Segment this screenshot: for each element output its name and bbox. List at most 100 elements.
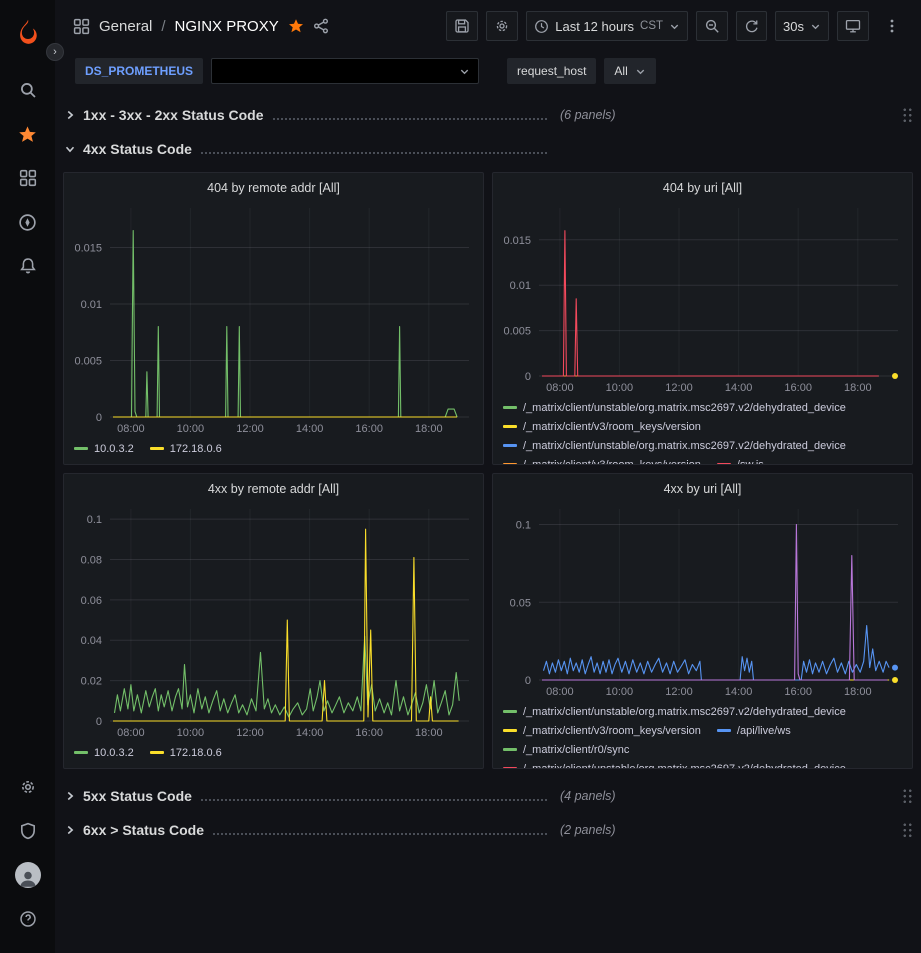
row-dotted-filler [201,152,547,154]
timezone-label: CST [640,20,663,32]
svg-text:14:00: 14:00 [725,686,753,698]
legend-item[interactable]: /_matrix/client/v3/room_keys/version [503,721,701,740]
nav-actions: Last 12 hours CST 30s [446,11,907,41]
svg-text:12:00: 12:00 [665,686,693,698]
legend-item[interactable]: 10.0.3.2 [74,439,134,458]
sidebar-item-starred[interactable] [7,112,49,156]
sidebar-item-profile[interactable] [7,853,49,897]
legend-item[interactable]: /_matrix/client/v3/room_keys/version [503,455,701,464]
legend-item[interactable]: /_matrix/client/unstable/org.matrix.msc2… [503,398,846,417]
avatar [15,862,41,888]
chevron-right-icon [63,108,77,122]
timeseries-chart[interactable]: 00.0050.010.01508:0010:0012:0014:0016:00… [493,198,912,396]
zoom-out-time-button[interactable] [696,11,728,41]
row-drag-handle[interactable] [902,788,913,805]
row-4xx[interactable]: 4xx Status Code [63,134,913,164]
legend-item[interactable]: /_matrix/client/unstable/org.matrix.msc2… [503,759,846,768]
row-dotted-filler [213,833,547,835]
legend-color-swatch [150,447,164,450]
breadcrumb-folder[interactable]: General [99,18,152,35]
datasource-variable-label[interactable]: DS_PROMETHEUS [75,58,203,84]
legend-item[interactable]: /_matrix/client/unstable/org.matrix.msc2… [503,436,846,455]
chart-legend: /_matrix/client/unstable/org.matrix.msc2… [493,396,912,464]
time-range-picker[interactable]: Last 12 hours CST [526,11,688,41]
legend-color-swatch [503,748,517,751]
legend-item[interactable]: 172.18.0.6 [150,439,222,458]
legend-color-swatch [503,425,517,428]
legend-label: /_matrix/client/unstable/org.matrix.msc2… [523,440,846,452]
sidebar-expand-button[interactable]: › [46,43,64,61]
panel-404-by-uri: 404 by uri [All] 00.0050.010.01508:0010:… [492,172,913,465]
legend-item[interactable]: /sw.js [717,455,764,464]
sidebar-item-explore[interactable] [7,200,49,244]
refresh-icon [744,19,759,34]
gear-icon [19,778,37,796]
request-host-variable-label: request_host [507,58,596,84]
row-6xx[interactable]: 6xx > Status Code (2 panels) [63,815,913,845]
chart-svg: 00.020.040.060.080.108:0010:0012:0014:00… [64,499,483,741]
legend-item[interactable]: /_matrix/client/r0/sync [503,740,629,759]
breadcrumb-separator: / [161,18,165,35]
svg-text:18:00: 18:00 [415,423,443,435]
legend-label: /_matrix/client/v3/room_keys/version [523,459,701,465]
request-host-variable-select[interactable]: All [604,58,655,84]
row-dotted-filler [273,118,547,120]
timeseries-chart[interactable]: 00.0050.010.01508:0010:0012:0014:0016:00… [64,198,483,437]
timeseries-chart[interactable]: 00.050.108:0010:0012:0014:0016:0018:00 [493,499,912,700]
dashboard-submenu: DS_PROMETHEUS request_host All [55,52,921,90]
apps-grid-icon [73,18,90,35]
legend-color-swatch [503,444,517,447]
panel-title[interactable]: 404 by remote addr [All] [64,173,483,198]
legend-item[interactable]: /_matrix/client/unstable/org.matrix.msc2… [503,702,846,721]
timeseries-chart[interactable]: 00.020.040.060.080.108:0010:0012:0014:00… [64,499,483,741]
sidebar-item-alerting[interactable] [7,244,49,288]
row-1xx-3xx-2xx[interactable]: 1xx - 3xx - 2xx Status Code (6 panels) [63,100,913,130]
sidebar-item-help[interactable] [7,897,49,941]
share-icon[interactable] [313,18,329,34]
panel-4xx-by-remote-addr: 4xx by remote addr [All] 00.020.040.060.… [63,473,484,769]
row-dotted-filler [201,799,547,801]
dashboard-title[interactable]: NGINX PROXY [175,18,279,35]
row-title-group: 4xx Status Code [77,141,547,157]
svg-text:12:00: 12:00 [236,727,264,739]
panel-title[interactable]: 4xx by remote addr [All] [64,474,483,499]
legend-item[interactable]: 10.0.3.2 [74,743,134,762]
dashboard-settings-button[interactable] [486,11,518,41]
chevron-right-icon [63,789,77,803]
sidebar-item-search[interactable] [7,68,49,112]
favorite-star-icon[interactable] [288,18,304,34]
row-drag-handle[interactable] [902,107,913,124]
save-dashboard-button[interactable] [446,11,478,41]
sidebar-item-configuration[interactable] [7,765,49,809]
grafana-logo[interactable] [7,10,49,54]
svg-text:0: 0 [96,412,102,424]
panel-4xx-by-uri: 4xx by uri [All] 00.050.108:0010:0012:00… [492,473,913,769]
bell-icon [19,257,37,275]
tv-mode-button[interactable] [837,11,869,41]
zoom-out-icon [704,18,720,34]
main-area: General / NGINX PROXY Last 12 hours CST [55,0,921,953]
svg-text:0.005: 0.005 [74,356,102,368]
sidebar-item-dashboards[interactable] [7,156,49,200]
legend-label: /_matrix/client/v3/room_keys/version [523,725,701,737]
legend-item[interactable]: 172.18.0.6 [150,743,222,762]
legend-item[interactable]: /api/live/ws [717,721,791,740]
legend-label: /_matrix/client/unstable/org.matrix.msc2… [523,402,846,414]
row-5xx[interactable]: 5xx Status Code (4 panels) [63,781,913,811]
refresh-interval-picker[interactable]: 30s [775,11,829,41]
row-panel-count: (2 panels) [560,823,616,837]
legend-label: /sw.js [737,459,764,465]
clock-icon [534,19,549,34]
svg-text:18:00: 18:00 [844,686,872,698]
datasource-variable-select[interactable] [211,58,479,84]
legend-label: 10.0.3.2 [94,747,134,759]
svg-text:0.015: 0.015 [74,243,102,255]
panel-title[interactable]: 4xx by uri [All] [493,474,912,499]
refresh-button[interactable] [736,11,767,41]
kebab-menu-button[interactable] [877,11,907,41]
legend-color-swatch [717,729,731,732]
sidebar-item-server-admin[interactable] [7,809,49,853]
row-drag-handle[interactable] [902,822,913,839]
panel-title[interactable]: 404 by uri [All] [493,173,912,198]
legend-item[interactable]: /_matrix/client/v3/room_keys/version [503,417,701,436]
